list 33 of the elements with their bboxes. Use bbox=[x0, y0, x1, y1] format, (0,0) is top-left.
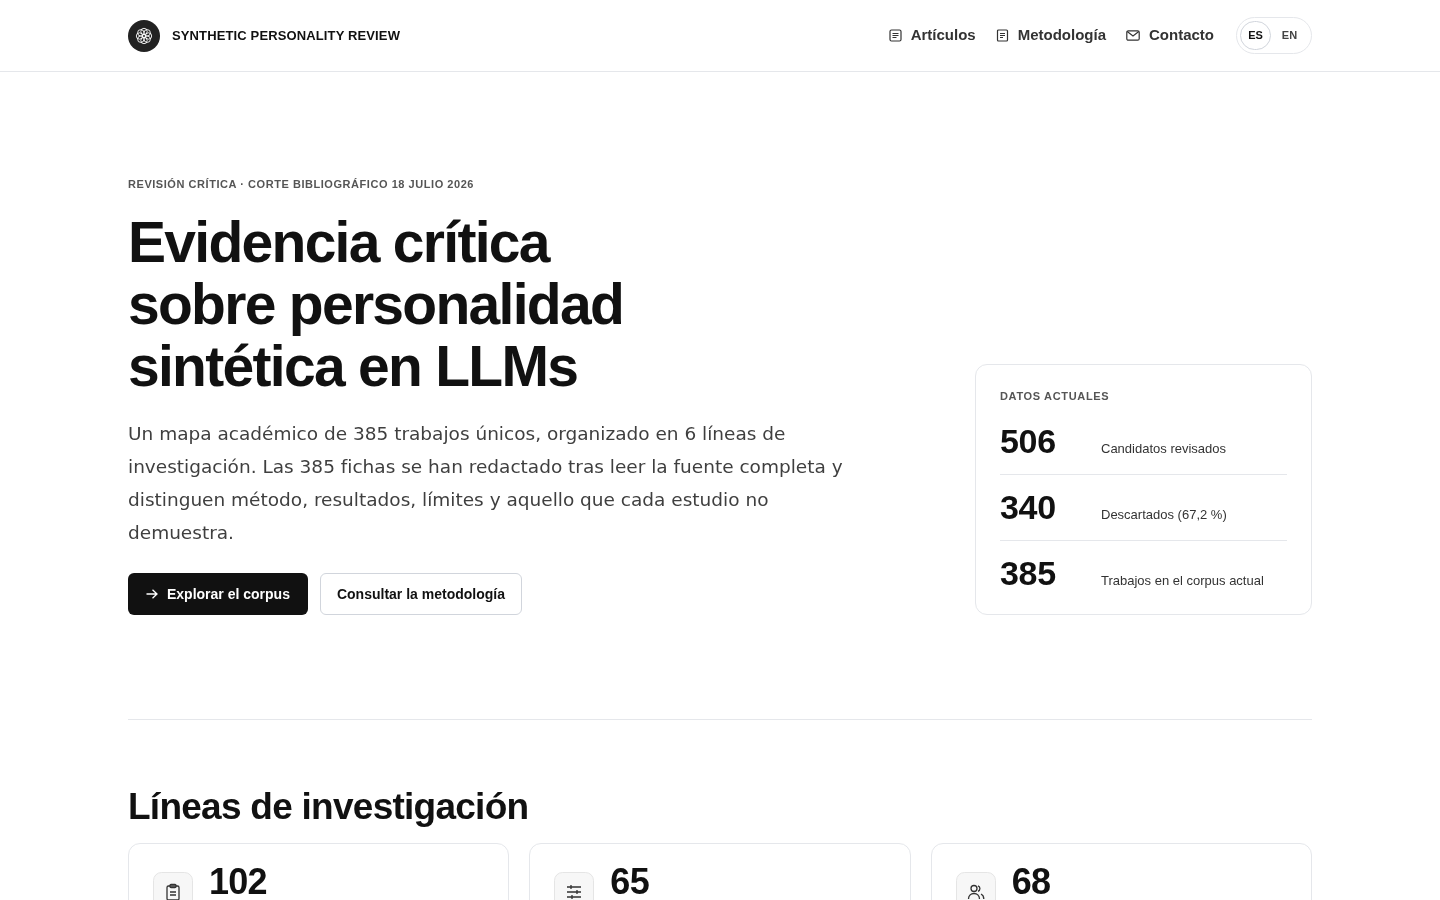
stats-title: DATOS ACTUALES bbox=[1000, 389, 1111, 403]
nav-link[interactable]: Contacto bbox=[1126, 24, 1214, 47]
clipboard-icon bbox=[153, 872, 193, 900]
stat-label: Trabajos en el corpus actual bbox=[1101, 572, 1264, 590]
research-line-card[interactable]: 68 bbox=[930, 843, 1312, 900]
paper-count: 68 bbox=[1011, 862, 1051, 900]
users-icon bbox=[955, 872, 996, 900]
document-icon bbox=[995, 29, 1009, 42]
hero-heading: Evidencia crítica sobre personalidad sintética en LLMs bbox=[128, 211, 625, 397]
nav-link[interactable]: Metodología bbox=[995, 24, 1106, 47]
stat-value: 506 bbox=[1000, 423, 1057, 460]
nav-link[interactable]: Artículos bbox=[888, 24, 976, 47]
paper-count: 102 bbox=[209, 862, 267, 900]
section-heading: Líneas de investigación bbox=[128, 787, 530, 827]
sliders-icon bbox=[554, 872, 595, 900]
paper-count: 65 bbox=[610, 862, 649, 900]
stat-value: 340 bbox=[1000, 489, 1057, 526]
hero-description: Un mapa académico de 385 trabajos únicos, organizado en 6 líneas de investigación. Las 385 fichas se han redactado tras leer la fuente completa y distinguen método, resultados, límites y aquello que cada estudio no demuestra. bbox=[128, 422, 844, 545]
arrow-right-icon bbox=[146, 589, 158, 599]
logo-icon bbox=[128, 19, 160, 52]
explore-button[interactable]: Explorar el corpus bbox=[128, 573, 308, 615]
language-option[interactable]: EN bbox=[1274, 21, 1305, 50]
methodology-button[interactable]: Consultar la metodología bbox=[319, 573, 522, 615]
stat-label: Candidatos revisados bbox=[1101, 440, 1227, 458]
mail-icon bbox=[1126, 30, 1140, 41]
language-option[interactable]: ES bbox=[1240, 21, 1271, 50]
eyebrow-text: REVISIÓN CRÍTICA · CORTE BIBLIOGRÁFICO 18 JULIO 2026 bbox=[128, 177, 475, 191]
stat-label: Descartados (67,2 %) bbox=[1101, 506, 1227, 524]
research-line-card[interactable]: 65 bbox=[529, 843, 911, 900]
site-title[interactable]: SYNTHETIC PERSONALITY REVIEW bbox=[172, 25, 401, 46]
research-line-card[interactable]: 102 bbox=[128, 843, 510, 900]
document-icon bbox=[888, 29, 902, 42]
stat-value: 385 bbox=[1000, 555, 1057, 592]
